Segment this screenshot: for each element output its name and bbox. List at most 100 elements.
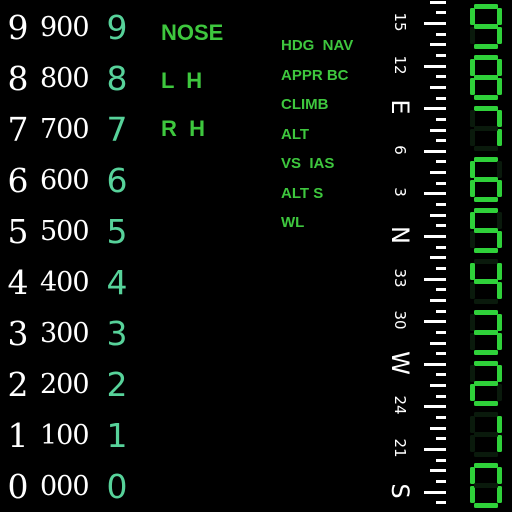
heading-label: 21 [391,438,409,457]
teal-digit: 0 [106,467,128,506]
heading-label-text: S [386,482,414,499]
seven-segment-digit-7 [466,102,506,153]
right-hand-annunciator: R H [161,116,205,141]
heading-label-text: 21 [391,438,409,458]
units-digit: 8 [7,59,29,98]
units-digit: 6 [7,161,29,200]
teal-digit: 3 [106,314,128,353]
heading-label-text: 33 [391,268,409,288]
units-digit: 0 [7,467,29,506]
heading-label: 30 [391,311,409,330]
heading-minor-tick [430,0,446,4]
heading-minor-tick [430,128,446,132]
hundreds-digit: 500 [40,216,90,247]
seven-segment-digit-4 [466,255,506,306]
mode-label: ALT [281,125,310,143]
heading-fine-tick [436,96,446,100]
mode-label: HDG NAV [281,37,354,54]
heading-fine-tick [436,139,446,143]
heading-minor-tick [430,298,446,302]
hundreds-digit: 400 [40,267,90,298]
heading-label: S [386,483,414,498]
heading-minor-tick [430,213,446,217]
heading-label-text: 12 [391,55,409,75]
units-digit: 4 [7,263,29,302]
heading-label: W [386,351,414,375]
teal-digit: 1 [106,416,128,455]
heading-label: 24 [391,396,409,415]
heading-fine-tick [436,394,446,398]
heading-label-text: 3 [391,187,409,198]
seven-segment-digit-3 [466,306,506,357]
teal-digit: 9 [106,8,128,47]
heading-fine-tick [436,458,446,462]
heading-label-text: 30 [391,310,409,330]
heading-major-tick [424,362,446,366]
heading-fine-tick [436,309,446,313]
heading-minor-tick [430,256,446,260]
seven-segment-digit-0 [466,459,506,510]
heading-fine-tick [436,224,446,228]
heading-fine-tick [436,181,446,185]
heading-label-text: 15 [391,12,409,32]
seven-segment-digit-8 [466,51,506,102]
heading-fine-tick [436,160,446,164]
heading-fine-tick [436,416,446,420]
seven-segment-digit-6 [466,153,506,204]
heading-label: 6 [391,145,409,155]
heading-fine-tick [436,32,446,36]
heading-tape: 15 12 E 6 3 N 33 30 W 24 21 S [378,0,448,512]
heading-fine-tick [436,266,446,270]
heading-minor-tick [430,384,446,388]
mode-label: ALT S [281,184,324,202]
hundreds-digit: 900 [40,12,90,43]
heading-major-tick [424,277,446,281]
mode-label: WL [281,214,305,231]
heading-major-tick [424,192,446,196]
heading-fine-tick [436,437,446,441]
hundreds-digit: 600 [40,165,90,196]
heading-label: 12 [391,55,409,74]
mode-label: APPR BC [281,66,349,84]
units-digit: 1 [7,416,29,455]
heading-fine-tick [436,479,446,483]
hundreds-digit: 800 [40,63,90,94]
seven-segment-digit-1 [466,408,506,459]
nose-annunciator: NOSE [161,20,224,45]
hundreds-digit: 700 [40,114,90,145]
teal-digit: 6 [106,161,128,200]
heading-label: 33 [391,268,409,287]
heading-label: 15 [391,12,409,31]
heading-minor-tick [430,171,446,175]
heading-fine-tick [436,203,446,207]
mode-label: VS IAS [281,155,335,172]
heading-minor-tick [430,426,446,430]
heading-label-text: E [386,99,414,115]
heading-label-text: N [386,226,414,244]
heading-major-tick [424,149,446,153]
heading-major-tick [424,448,446,451]
heading-label-text: 24 [391,395,409,415]
seven-segment-digit-5 [466,204,506,255]
heading-minor-tick [430,85,446,89]
heading-minor-tick [430,43,446,47]
heading-label: N [386,226,414,244]
heading-major-tick [424,64,446,68]
units-digit: 7 [7,110,29,149]
heading-major-tick [424,22,446,25]
heading-minor-tick [430,341,446,345]
teal-digit: 8 [106,59,128,98]
hundreds-digit: 100 [40,420,90,451]
heading-major-tick [424,235,446,238]
heading-fine-tick [436,288,446,292]
units-digit: 2 [7,365,29,404]
teal-digit: 2 [106,365,128,404]
mode-label: CLIMB [281,96,329,113]
teal-digit: 7 [106,110,128,149]
heading-label-text: 6 [391,145,409,155]
hundreds-digit: 300 [40,318,90,349]
teal-digit: 4 [106,263,128,302]
teal-digit: 5 [106,212,128,251]
heading-major-tick [424,320,446,324]
heading-fine-tick [436,352,446,356]
